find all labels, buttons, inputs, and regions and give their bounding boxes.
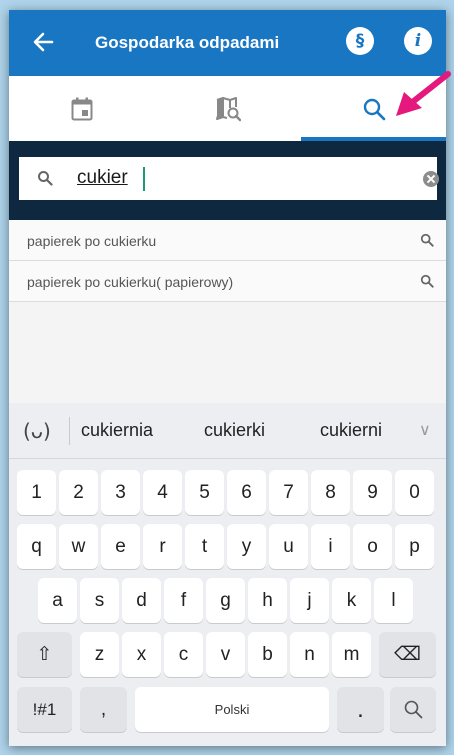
tab-calendar[interactable] — [9, 76, 154, 141]
search-icon — [404, 700, 423, 719]
divider — [69, 417, 70, 445]
expand-suggestions-icon[interactable]: ∨ — [419, 420, 431, 439]
key-u[interactable]: u — [269, 524, 308, 569]
key-9[interactable]: 9 — [353, 470, 392, 515]
result-label: papierek po cukierku( papierowy) — [27, 274, 234, 290]
pointer-arrow-icon — [396, 71, 451, 116]
key-t[interactable]: t — [185, 524, 224, 569]
key-0[interactable]: 0 — [395, 470, 434, 515]
key-s[interactable]: s — [80, 578, 119, 623]
search-bar-container: cukier — [9, 141, 446, 220]
key-2[interactable]: 2 — [59, 470, 98, 515]
tab-map-search[interactable] — [155, 76, 300, 141]
search-icon — [420, 233, 434, 247]
key-6[interactable]: 6 — [227, 470, 266, 515]
key-p[interactable]: p — [395, 524, 434, 569]
key-8[interactable]: 8 — [311, 470, 350, 515]
key-1[interactable]: 1 — [17, 470, 56, 515]
app-bar: Gospodarka odpadami § i — [9, 10, 446, 76]
tab-bar — [9, 76, 446, 141]
search-key[interactable] — [390, 687, 436, 732]
key-c[interactable]: c — [164, 632, 203, 677]
search-icon — [38, 171, 53, 186]
key-4[interactable]: 4 — [143, 470, 182, 515]
suggestion-1[interactable]: cukiernia — [81, 420, 153, 441]
key-k[interactable]: k — [332, 578, 371, 623]
key-n[interactable]: n — [290, 632, 329, 677]
key-7[interactable]: 7 — [269, 470, 308, 515]
results-list: papierek po cukierku papierek po cukierk… — [9, 220, 446, 413]
back-arrow-icon[interactable] — [30, 28, 58, 56]
list-item[interactable]: papierek po cukierku — [9, 220, 446, 261]
key-m[interactable]: m — [332, 632, 371, 677]
key-w[interactable]: w — [59, 524, 98, 569]
comma-key[interactable]: , — [80, 687, 127, 732]
key-f[interactable]: f — [164, 578, 203, 623]
key-j[interactable]: j — [290, 578, 329, 623]
key-b[interactable]: b — [248, 632, 287, 677]
key-q[interactable]: q — [17, 524, 56, 569]
emoji-icon[interactable]: (ᴗ) — [23, 418, 51, 444]
on-screen-keyboard: (ᴗ) cukiernia cukierki cukierni ∨ 1 2 3 … — [9, 403, 446, 746]
key-x[interactable]: x — [122, 632, 161, 677]
symbols-key[interactable]: !#1 — [17, 687, 72, 732]
key-v[interactable]: v — [206, 632, 245, 677]
key-e[interactable]: e — [101, 524, 140, 569]
key-5[interactable]: 5 — [185, 470, 224, 515]
search-icon — [420, 274, 434, 288]
page-title: Gospodarka odpadami — [95, 33, 280, 52]
key-l[interactable]: l — [374, 578, 413, 623]
key-r[interactable]: r — [143, 524, 182, 569]
info-icon[interactable]: i — [404, 27, 432, 55]
clear-search-icon[interactable] — [423, 171, 439, 187]
search-icon — [363, 98, 385, 120]
key-3[interactable]: 3 — [101, 470, 140, 515]
key-z[interactable]: z — [80, 632, 119, 677]
list-item[interactable]: papierek po cukierku( papierowy) — [9, 261, 446, 302]
key-g[interactable]: g — [206, 578, 245, 623]
text-cursor — [143, 167, 145, 191]
key-h[interactable]: h — [248, 578, 287, 623]
key-y[interactable]: y — [227, 524, 266, 569]
suggestion-bar: (ᴗ) cukiernia cukierki cukierni ∨ — [9, 403, 446, 459]
shift-key[interactable]: ⇧ — [17, 632, 72, 677]
period-key[interactable]: . — [337, 687, 384, 732]
space-key[interactable]: Polski — [135, 687, 329, 732]
search-input[interactable]: cukier — [19, 157, 439, 200]
map-search-icon — [215, 96, 241, 121]
key-i[interactable]: i — [311, 524, 350, 569]
key-d[interactable]: d — [122, 578, 161, 623]
key-o[interactable]: o — [353, 524, 392, 569]
search-query-text[interactable]: cukier — [77, 167, 128, 189]
suggestion-3[interactable]: cukierni — [320, 420, 382, 441]
phone-screen: Gospodarka odpadami § i cukier papierek … — [9, 10, 446, 746]
suggestion-2[interactable]: cukierki — [204, 420, 265, 441]
law-paragraph-icon[interactable]: § — [346, 27, 374, 55]
result-label: papierek po cukierku — [27, 233, 157, 249]
calendar-icon — [71, 97, 92, 120]
key-a[interactable]: a — [38, 578, 77, 623]
backspace-key[interactable]: ⌫ — [379, 632, 436, 677]
